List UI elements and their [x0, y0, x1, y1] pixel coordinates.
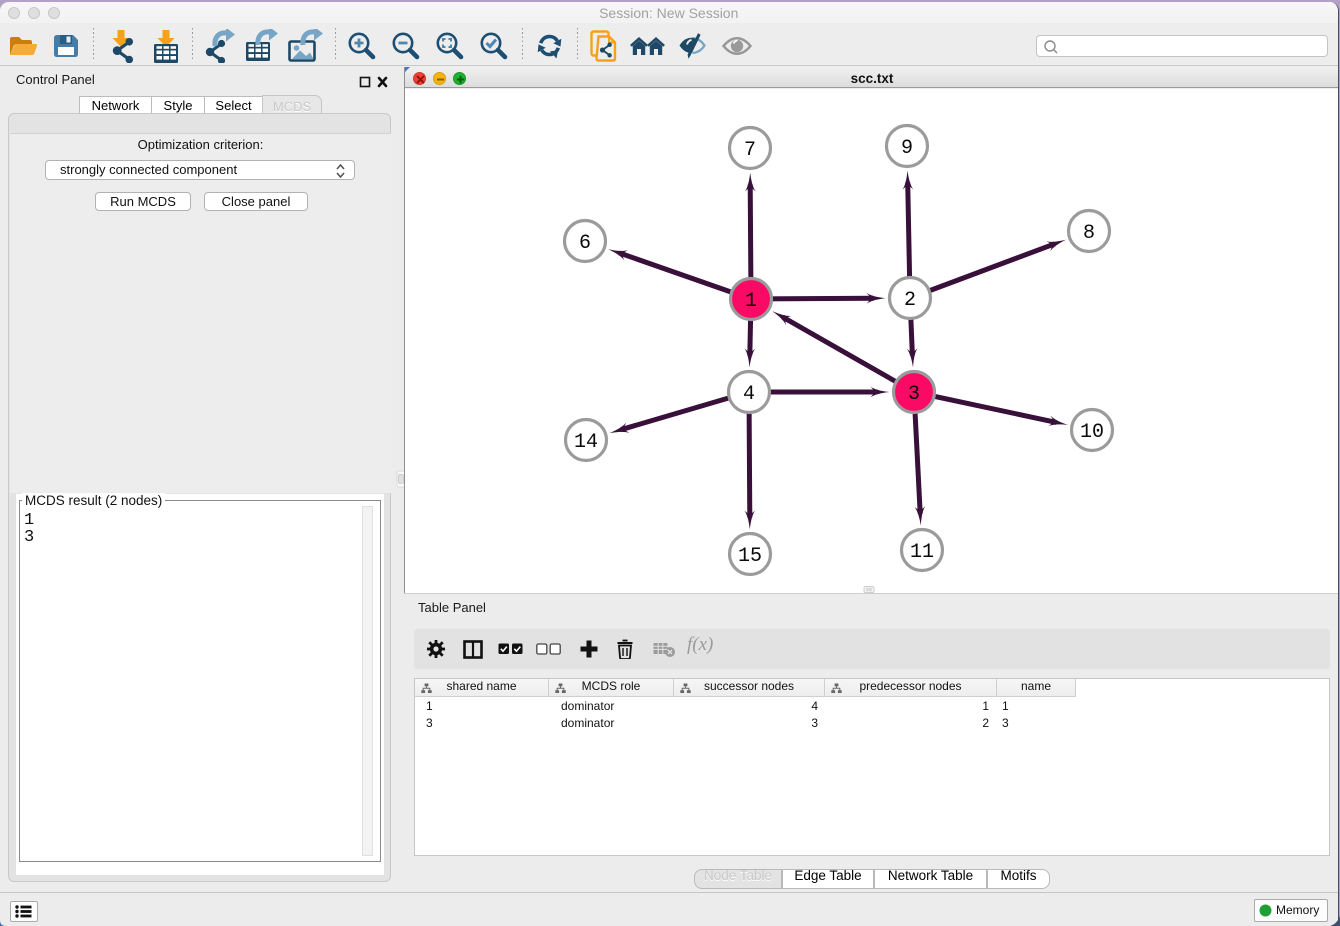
svg-text:7: 7	[744, 139, 756, 162]
svg-text:11: 11	[910, 541, 934, 564]
svg-text:6: 6	[579, 232, 591, 255]
svg-text:2: 2	[904, 289, 916, 312]
svg-text:9: 9	[901, 137, 913, 160]
svg-text:3: 3	[908, 383, 920, 406]
svg-text:15: 15	[738, 545, 762, 568]
svg-text:8: 8	[1083, 222, 1095, 245]
svg-text:10: 10	[1080, 421, 1104, 444]
svg-text:14: 14	[574, 431, 598, 454]
svg-text:1: 1	[745, 290, 757, 313]
svg-text:4: 4	[743, 383, 755, 406]
